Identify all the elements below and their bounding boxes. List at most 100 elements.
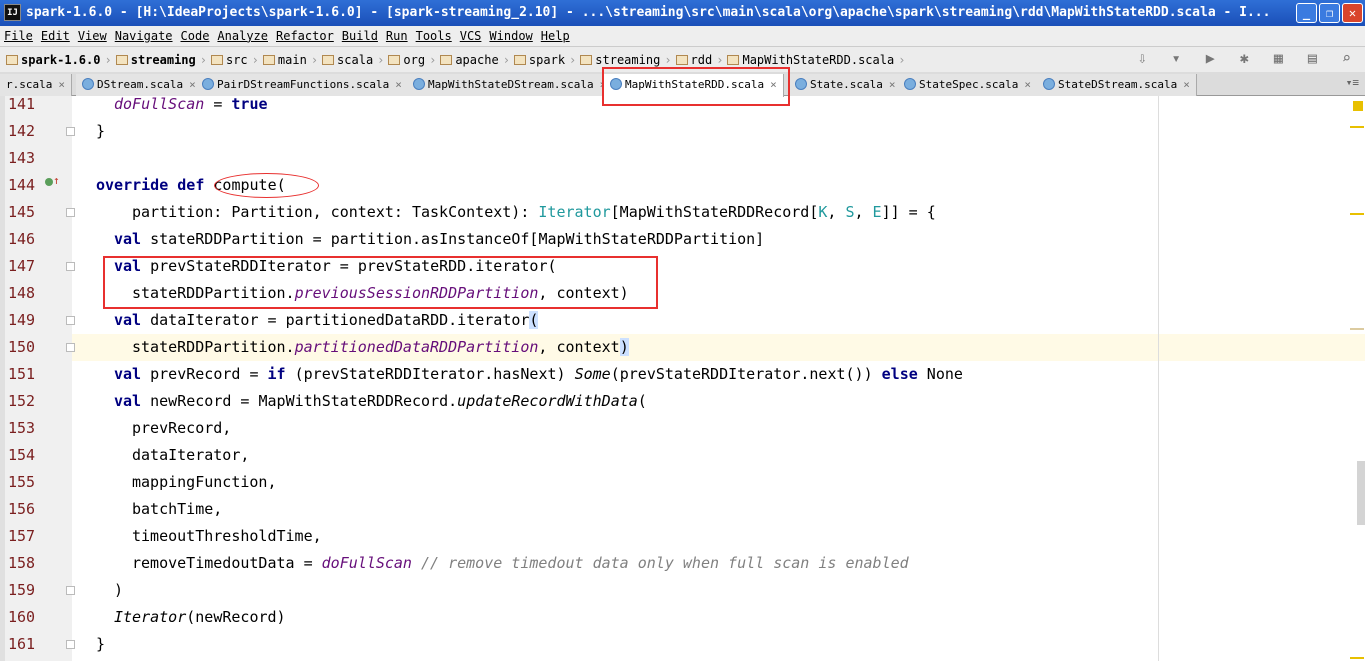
- chevron-right-icon: ›: [569, 53, 577, 67]
- fold-marker-icon[interactable]: [66, 640, 75, 649]
- code-token: ]] = {: [881, 203, 936, 221]
- tab-label: MapWithStateRDD.scala: [625, 78, 765, 91]
- tab-pairdstreamfunctions-scala[interactable]: PairDStreamFunctions.scala ×: [196, 74, 409, 96]
- scala-class-icon: [795, 78, 807, 90]
- menu-view[interactable]: View: [74, 26, 111, 46]
- toolbar[interactable]: ⇩ ▾ ▶ ✱ ▦ ▤ ⌕: [1138, 49, 1359, 67]
- fold-marker-icon[interactable]: [66, 343, 75, 352]
- line-number: 154: [8, 446, 36, 464]
- code-editor[interactable]: doFullScan = true} override def compute(p…: [72, 96, 1365, 661]
- breadcrumb-item[interactable]: org ›: [388, 47, 436, 73]
- chevron-right-icon: ›: [429, 53, 437, 67]
- close-button[interactable]: ✕: [1342, 3, 1363, 23]
- breadcrumb-label: spark: [528, 53, 566, 67]
- code-token: if: [267, 365, 286, 383]
- breadcrumb-item[interactable]: streaming ›: [580, 47, 672, 73]
- close-tab-icon[interactable]: ×: [1183, 78, 1190, 91]
- menu-analyze[interactable]: Analyze: [213, 26, 272, 46]
- menu-help[interactable]: Help: [537, 26, 574, 46]
- fold-marker-icon[interactable]: [66, 316, 75, 325]
- tab-statespec-scala[interactable]: StateSpec.scala ×: [898, 74, 1038, 96]
- menu-build[interactable]: Build: [338, 26, 382, 46]
- menu-edit[interactable]: Edit: [37, 26, 74, 46]
- code-token: doFullScan: [114, 96, 205, 113]
- menu-navigate[interactable]: Navigate: [111, 26, 177, 46]
- code-token: doFullScan: [321, 554, 412, 572]
- code-line: }: [72, 631, 1365, 658]
- chevron-right-icon: ›: [251, 53, 259, 67]
- breadcrumb-item[interactable]: MapWithStateRDD.scala ›: [727, 47, 905, 73]
- menu-code[interactable]: Code: [177, 26, 214, 46]
- breadcrumb-label: org: [403, 53, 426, 67]
- code-token: stateRDDPartition = partition.asInstance…: [141, 230, 765, 248]
- minimize-button[interactable]: _: [1296, 3, 1317, 23]
- menu-run[interactable]: Run: [382, 26, 412, 46]
- breadcrumb-item[interactable]: spark ›: [513, 47, 577, 73]
- code-text: val prevStateRDDIterator = prevStateRDD.…: [114, 253, 557, 280]
- restore-button[interactable]: ❐: [1319, 3, 1340, 23]
- breadcrumb-item[interactable]: scala ›: [322, 47, 384, 73]
- tab-dstream-scala[interactable]: DStream.scala ×: [76, 74, 203, 96]
- code-line: dataIterator,: [72, 442, 1365, 469]
- close-tab-icon[interactable]: ×: [770, 78, 777, 91]
- code-token: Iterator: [114, 608, 187, 626]
- fold-marker-icon[interactable]: [66, 262, 75, 271]
- folder-icon: [262, 55, 275, 65]
- code-token: ,: [827, 203, 846, 221]
- chevron-right-icon: ›: [716, 53, 724, 67]
- intellij-app-icon: IJ: [4, 4, 21, 21]
- code-token: prevStateRDDIterator = prevStateRDD.iter…: [141, 257, 557, 275]
- override-arrow-icon[interactable]: ↑: [53, 174, 60, 187]
- error-stripe-mark[interactable]: [1350, 213, 1364, 215]
- code-token: stateRDDPartition.: [132, 338, 295, 356]
- vertical-scrollbar-thumb[interactable]: [1357, 461, 1365, 525]
- error-stripe-mark[interactable]: [1350, 328, 1364, 330]
- window-title-bar: IJ spark-1.6.0 - [H:\IdeaProjects\spark-…: [0, 0, 1365, 26]
- error-stripe-mark[interactable]: [1350, 657, 1364, 659]
- line-number: 161: [8, 635, 36, 653]
- menu-bar: File Edit View Navigate Code Analyze Refactor B…: [0, 26, 1365, 46]
- tab-label: StateDStream.scala: [1058, 78, 1178, 91]
- fold-marker-icon[interactable]: [66, 586, 75, 595]
- menu-window[interactable]: Window: [485, 26, 536, 46]
- tab-mapwithstatedstream-scala[interactable]: MapWithStateDStream.scala ×: [407, 74, 614, 96]
- menu-refactor[interactable]: Refactor: [272, 26, 338, 46]
- code-token: partitionedDataRDDPartition: [294, 338, 539, 356]
- menu-tools[interactable]: Tools: [412, 26, 456, 46]
- warning-status-icon[interactable]: [1353, 101, 1363, 111]
- breadcrumb-label: spark-1.6.0: [21, 53, 101, 67]
- menu-file[interactable]: File: [0, 26, 37, 46]
- breadcrumb-label: streaming: [130, 53, 196, 67]
- close-tab-icon[interactable]: ×: [889, 78, 896, 91]
- breadcrumb-item[interactable]: streaming ›: [115, 47, 207, 73]
- breadcrumb-item[interactable]: apache ›: [440, 47, 510, 73]
- tab-state-scala[interactable]: State.scala ×: [789, 74, 903, 96]
- window-title: spark-1.6.0 - [H:\IdeaProjects\spark-1.6…: [26, 5, 1271, 20]
- code-token: mappingFunction,: [132, 473, 277, 491]
- chevron-right-icon: ›: [502, 53, 510, 67]
- fold-marker-icon[interactable]: [66, 208, 75, 217]
- code-text: }: [96, 118, 105, 145]
- close-tab-icon[interactable]: ×: [1024, 78, 1031, 91]
- breadcrumb-item[interactable]: main ›: [262, 47, 318, 73]
- menu-vcs[interactable]: VCS: [456, 26, 486, 46]
- code-token: [MapWithStateRDDRecord[: [610, 203, 819, 221]
- code-text: dataIterator,: [132, 442, 249, 469]
- error-stripe-mark[interactable]: [1350, 126, 1364, 128]
- code-text: prevRecord,: [132, 415, 231, 442]
- breadcrumb-item[interactable]: src ›: [210, 47, 259, 73]
- breadcrumb-label: scala: [337, 53, 374, 67]
- breadcrumb-label: MapWithStateRDD.scala: [742, 53, 895, 67]
- code-token: override def: [96, 176, 205, 194]
- close-tab-icon[interactable]: ×: [189, 78, 196, 91]
- override-marker-icon[interactable]: [45, 178, 53, 186]
- close-tab-icon[interactable]: ×: [58, 78, 65, 91]
- fold-marker-icon[interactable]: [66, 127, 75, 136]
- tab-mapwithstaterdd-scala[interactable]: MapWithStateRDD.scala ×: [604, 74, 784, 97]
- tab-overflow-icon[interactable]: ▾≡: [1346, 76, 1359, 89]
- breadcrumb-item[interactable]: spark-1.6.0 ›: [6, 47, 112, 73]
- close-tab-icon[interactable]: ×: [395, 78, 402, 91]
- tab-statedstream-scala[interactable]: StateDStream.scala ×: [1037, 74, 1197, 96]
- folder-icon: [210, 55, 223, 65]
- breadcrumb-item[interactable]: rdd ›: [675, 47, 724, 73]
